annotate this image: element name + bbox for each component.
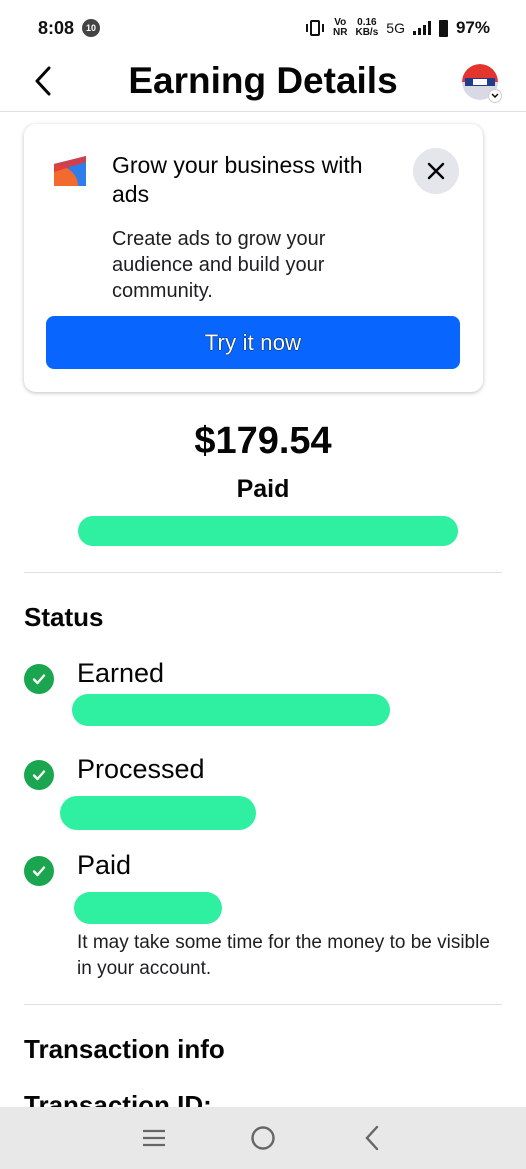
signal-icon <box>412 21 431 35</box>
earning-amount: $179.54 <box>194 420 332 462</box>
status-section-title: Status <box>24 602 104 632</box>
volte-indicator: Vo NR <box>333 18 347 38</box>
home-icon <box>251 1126 275 1150</box>
status-time: 8:08 <box>38 17 75 38</box>
app-header: Earning Details <box>0 56 526 112</box>
divider <box>24 572 502 573</box>
status-label: Earned <box>77 658 165 688</box>
earning-status: Paid <box>236 475 290 503</box>
page-title: Earning Details <box>128 60 398 101</box>
redaction-scribble <box>78 516 458 546</box>
status-note: It may take some time for the money to b… <box>77 932 490 979</box>
ad-title: Grow your business with ads <box>112 152 363 207</box>
back-icon <box>365 1125 378 1151</box>
recent-apps-icon <box>143 1129 166 1147</box>
close-icon <box>427 162 445 180</box>
redaction-scribble <box>60 796 256 830</box>
system-nav-bar <box>0 1107 526 1169</box>
divider <box>24 1004 502 1005</box>
transaction-id-label: Transaction ID: <box>24 1090 212 1107</box>
vibrate-icon <box>306 20 325 36</box>
status-label: Processed <box>77 754 205 784</box>
avatar-dropdown[interactable] <box>488 89 502 103</box>
notification-count-badge: 10 <box>82 19 101 37</box>
recent-apps-button[interactable] <box>134 1118 174 1158</box>
nav-back-button[interactable] <box>352 1118 392 1158</box>
redaction-scribble <box>74 892 222 924</box>
check-circle-icon <box>24 760 54 790</box>
ads-chart-icon <box>54 156 86 186</box>
battery-level: 97% <box>455 18 490 37</box>
try-it-now-button[interactable]: Try it now <box>46 316 460 369</box>
status-label: Paid <box>77 850 132 880</box>
check-circle-icon <box>24 856 54 886</box>
ad-description: Create ads to grow your audience and bui… <box>112 228 326 302</box>
home-button[interactable] <box>243 1118 283 1158</box>
network-speed: 0.16 KB/s <box>355 18 378 38</box>
check-circle-icon <box>24 664 54 694</box>
transaction-section-title: Transaction info <box>24 1034 225 1064</box>
status-bar: 8:08 10 Vo NR 0.16 KB/s 5G 97% <box>0 0 526 56</box>
chevron-down-icon <box>491 93 499 99</box>
close-ad-button[interactable] <box>413 148 459 194</box>
volte-bottom: NR <box>333 27 348 38</box>
battery-icon <box>438 19 448 37</box>
speed-unit: KB/s <box>355 27 379 38</box>
network-type: 5G <box>386 20 405 36</box>
ad-promo-card: Grow your business with ads Create ads t… <box>24 124 483 392</box>
redaction-scribble <box>72 694 390 726</box>
